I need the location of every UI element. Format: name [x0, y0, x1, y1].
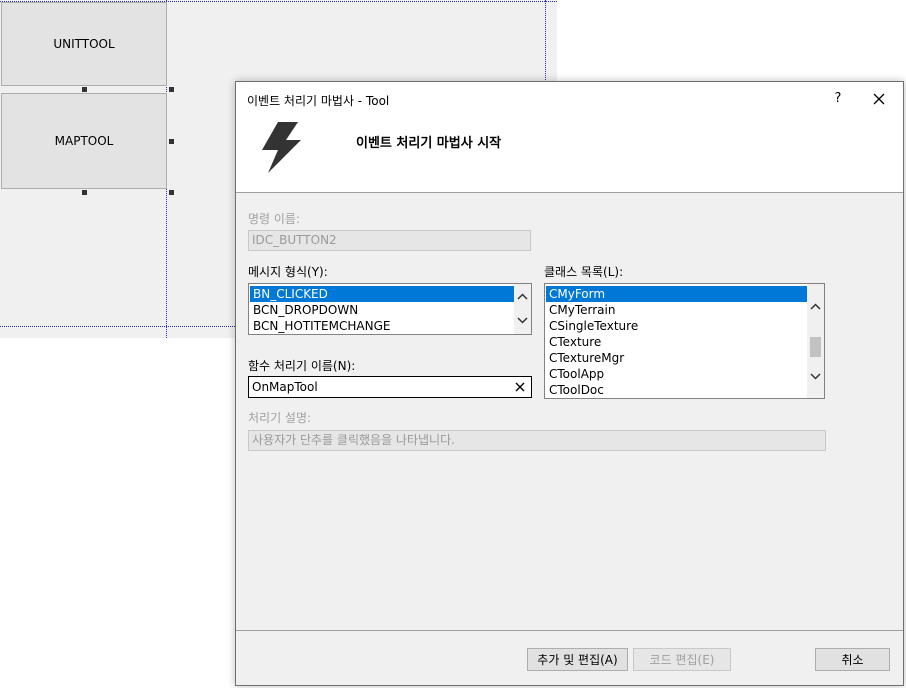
message-type-item[interactable]: BCN_DROPDOWN [250, 302, 514, 318]
unittool-button[interactable]: UNITTOOL [1, 2, 167, 86]
scroll-up-button[interactable] [807, 298, 824, 315]
chevron-up-icon [517, 293, 528, 300]
function-name-label: 함수 처리기 이름(N): [248, 359, 356, 373]
description-field: 사용자가 단추를 클릭했음을 나타냅니다. [248, 430, 826, 451]
class-list[interactable]: CMyForm CMyTerrain CSingleTexture CTextu… [544, 283, 825, 399]
scroll-up-button[interactable] [514, 288, 531, 305]
cancel-button[interactable]: 취소 [815, 648, 890, 671]
clear-icon [515, 382, 525, 392]
resize-handle[interactable] [82, 190, 87, 195]
resize-handle[interactable] [169, 87, 174, 92]
chevron-up-icon [810, 303, 821, 310]
message-type-scrollbar[interactable] [514, 284, 531, 334]
message-type-list[interactable]: BN_CLICKED BCN_DROPDOWN BCN_HOTITEMCHANG… [248, 283, 532, 335]
close-icon [873, 93, 885, 105]
resize-handle[interactable] [169, 190, 174, 195]
close-button[interactable] [866, 88, 892, 110]
class-list-item[interactable]: CTexture [546, 334, 807, 350]
add-and-edit-button[interactable]: 추가 및 편집(A) [527, 648, 628, 671]
class-list-item[interactable]: CSingleTexture [546, 318, 807, 334]
scroll-down-button[interactable] [807, 368, 824, 385]
chevron-down-icon [810, 373, 821, 380]
class-list-item[interactable]: CMyForm [546, 286, 807, 302]
lightning-bolt-icon [262, 122, 301, 173]
resize-handle[interactable] [169, 139, 174, 144]
function-name-input[interactable] [249, 377, 507, 397]
command-name-field: IDC_BUTTON2 [248, 230, 531, 251]
footer-divider [236, 630, 903, 631]
event-handler-wizard-dialog: 이벤트 처리기 마법사 - Tool ? 이벤트 처리기 마법사 시작 명령 이… [235, 81, 904, 686]
resize-handle[interactable] [82, 87, 87, 92]
class-list-label: 클래스 목록(L): [544, 265, 624, 279]
edit-code-button[interactable]: 코드 편집(E) [633, 648, 731, 671]
message-type-item[interactable]: BCN_HOTITEMCHANGE [250, 318, 514, 334]
class-list-item[interactable]: CTextureMgr [546, 350, 807, 366]
class-list-item[interactable]: CToolApp [546, 366, 807, 382]
description-label: 처리기 설명: [248, 411, 312, 425]
function-name-field[interactable] [248, 376, 532, 398]
help-button[interactable]: ? [826, 88, 850, 110]
wizard-heading: 이벤트 처리기 마법사 시작 [356, 136, 502, 151]
scrollbar-thumb[interactable] [810, 337, 821, 357]
class-list-item[interactable]: CToolDoc [546, 382, 807, 398]
chevron-down-icon [517, 317, 528, 324]
class-list-scrollbar[interactable] [807, 284, 824, 398]
command-name-label: 명령 이름: [248, 212, 301, 226]
maptool-button[interactable]: MAPTOOL [1, 93, 167, 189]
message-type-label: 메시지 형식(Y): [248, 265, 328, 279]
class-list-item[interactable]: CMyTerrain [546, 302, 807, 318]
scroll-down-button[interactable] [514, 312, 531, 329]
clear-button[interactable] [511, 378, 529, 396]
dialog-header: 이벤트 처리기 마법사 - Tool ? 이벤트 처리기 마법사 시작 [236, 82, 903, 193]
dialog-title: 이벤트 처리기 마법사 - Tool [247, 94, 390, 108]
message-type-item[interactable]: BN_CLICKED [250, 286, 514, 302]
